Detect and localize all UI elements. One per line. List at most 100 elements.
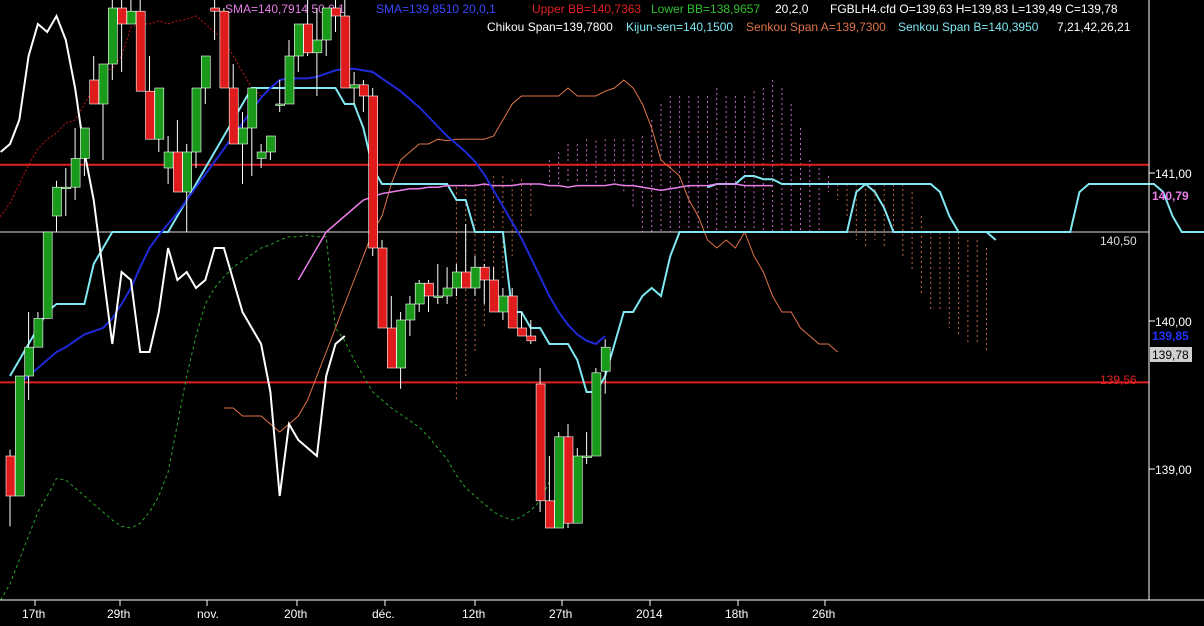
- y-tick-label-141: 141,00: [1155, 167, 1192, 181]
- candle-body-down: [461, 271, 472, 289]
- candle-body-down: [5, 455, 16, 497]
- candle-body-up: [191, 87, 202, 153]
- candle-body-up: [582, 455, 592, 458]
- candle-body-down: [526, 335, 537, 342]
- sma20-price-tag: 139,85: [1152, 329, 1189, 343]
- x-tick-label-27th: 27th: [549, 607, 572, 621]
- candle-body-up: [238, 127, 248, 145]
- candle-body-up: [312, 39, 323, 54]
- candle: [42, 231, 53, 319]
- candle-body-up: [572, 455, 583, 524]
- candle-body-up: [396, 319, 406, 369]
- candle-body-up: [24, 346, 34, 377]
- candle-body-down: [386, 327, 397, 369]
- candle-body-up: [433, 295, 444, 298]
- candle-body-up: [247, 87, 258, 129]
- candle: [572, 448, 583, 524]
- x-tick-label-17th: 17th: [22, 607, 45, 621]
- legend-senkou-a: Senkou Span A=139,7300: [746, 20, 886, 34]
- candle-body-up: [554, 436, 565, 529]
- plot-background: [0, 0, 1204, 626]
- candle-body-up: [98, 63, 109, 105]
- candle-body-up: [256, 151, 267, 159]
- legend-bb-upper: Upper BB=140,7363: [532, 2, 641, 16]
- candle-body-up: [108, 7, 118, 65]
- candle-body-up: [405, 303, 416, 321]
- x-tick-label-26th: 26th: [812, 607, 835, 621]
- candle-body-up: [126, 10, 137, 25]
- candle: [219, 8, 230, 89]
- legend-ohlc: FGBLH4.cfd O=139,63 H=139,83 L=139,49 C=…: [830, 2, 1118, 16]
- candle-body-up: [52, 186, 62, 217]
- sma50-price-tag: 140,79: [1152, 189, 1189, 203]
- candle-body-down: [219, 10, 230, 89]
- candle-body-down: [303, 23, 313, 54]
- candle-body-down: [89, 79, 99, 105]
- candle-body-up: [452, 271, 462, 289]
- x-tick-label-dec: déc.: [372, 607, 395, 621]
- candle-body-down: [517, 327, 527, 337]
- candle-body-down: [340, 15, 351, 89]
- y-tick-label-140: 140,00: [1155, 315, 1192, 329]
- candle-body-up: [42, 231, 53, 319]
- candle-body-up: [154, 87, 165, 140]
- candle-body-down: [173, 151, 183, 193]
- candle: [368, 88, 379, 256]
- candle-body-down: [368, 95, 379, 249]
- candle-body-down: [424, 282, 434, 297]
- candle-body-up: [275, 103, 286, 106]
- red-line-price-label: 139,56: [1100, 373, 1137, 387]
- candle-body-down: [489, 279, 499, 313]
- candle: [377, 240, 388, 329]
- candle-body-up: [591, 372, 602, 457]
- legend-sma20: SMA=139,8510 20,0,1: [376, 2, 496, 16]
- candle-body-up: [182, 151, 192, 193]
- candle-body-up: [293, 23, 304, 57]
- candle-body-down: [210, 7, 220, 12]
- legend-bb-lower: Lower BB=138,9657: [651, 2, 760, 16]
- candle-body-up: [61, 186, 72, 189]
- ichimoku-chart: SMA=140,7914 50,0,1 SMA=139,8510 20,0,1 …: [0, 0, 1204, 626]
- candle-body-up: [80, 127, 90, 159]
- candle-body-down: [377, 247, 388, 329]
- last-price-tag: 139,78: [1152, 348, 1189, 362]
- x-tick-label-nov: nov.: [197, 607, 219, 621]
- candle-body-up: [266, 135, 276, 153]
- legend-ichimoku-params: 7,21,42,26,21: [1057, 20, 1131, 34]
- candle-body-down: [563, 436, 574, 524]
- candle-body-up: [498, 295, 509, 313]
- candle-body-down: [228, 87, 239, 145]
- candle-body-down: [359, 84, 369, 97]
- candle-body-up: [284, 55, 295, 105]
- x-axis-band: [0, 601, 1204, 626]
- candle: [591, 368, 602, 457]
- candle-body-up: [201, 55, 211, 89]
- legend-chikou: Chikou Span=139,7800: [487, 20, 613, 34]
- candle: [563, 424, 574, 528]
- candle-body-up: [163, 151, 174, 169]
- candle-body-up: [15, 375, 25, 497]
- candle-body-down: [535, 383, 546, 502]
- y-tick-label-139: 139,00: [1155, 463, 1192, 477]
- candle-body-up: [70, 158, 81, 188]
- candle-body-down: [507, 295, 518, 329]
- candle-body-up: [321, 7, 332, 41]
- candle: [535, 368, 546, 512]
- x-tick-label-20th: 20th: [284, 607, 307, 621]
- x-tick-label-29th: 29th: [107, 607, 130, 621]
- candle-body-down: [117, 7, 127, 25]
- candle-body-down: [545, 500, 555, 529]
- candle: [554, 432, 565, 529]
- candle-body-up: [600, 346, 611, 372]
- candle-body-up: [33, 318, 44, 348]
- x-tick-label-2014: 2014: [636, 607, 663, 621]
- legend-kijun: Kijun-sen=140,1500: [626, 20, 733, 34]
- legend-senkou-b: Senkou Span B=140,3950: [898, 20, 1039, 34]
- candle-body-up: [414, 282, 425, 305]
- white-line-price-label: 140,50: [1100, 234, 1137, 248]
- candle: [135, 0, 146, 92]
- candle: [15, 375, 25, 497]
- candle-body-up: [442, 287, 453, 297]
- candle-body-down: [331, 7, 341, 17]
- candle-body-down: [135, 10, 146, 92]
